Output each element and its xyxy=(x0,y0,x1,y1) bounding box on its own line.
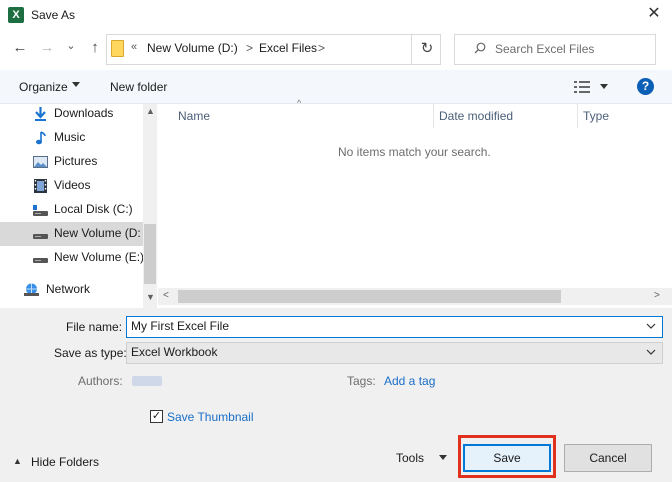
close-button[interactable]: ✕ xyxy=(636,0,672,30)
file-name-value[interactable]: My First Excel File xyxy=(131,319,229,333)
sidebar-item-videos[interactable]: Videos xyxy=(0,174,143,198)
save-as-type-value[interactable]: Excel Workbook xyxy=(131,345,217,359)
sort-caret-icon: ^ xyxy=(297,98,302,108)
save-as-type-label: Save as type: xyxy=(54,346,127,360)
sidebar-item-network[interactable]: Network xyxy=(0,278,143,302)
sidebar-item-label: Music xyxy=(54,130,86,144)
tools-button[interactable]: Tools xyxy=(396,451,424,465)
download-icon xyxy=(35,107,46,121)
sidebar-item-new-volume-e[interactable]: New Volume (E:) xyxy=(0,246,145,270)
empty-list-message: No items match your search. xyxy=(338,145,491,159)
sidebar-item-music[interactable]: Music xyxy=(0,126,143,150)
videos-icon xyxy=(34,179,47,193)
chevron-down-icon[interactable] xyxy=(646,321,656,331)
breadcrumb-new-volume[interactable]: New Volume (D:) xyxy=(147,41,238,55)
authors-label: Authors: xyxy=(78,374,123,388)
sidebar-item-label: Local Disk (C:) xyxy=(54,202,133,216)
file-name-label: File name: xyxy=(66,320,123,334)
sidebar-item-pictures[interactable]: Pictures xyxy=(0,150,143,174)
view-options-icon[interactable] xyxy=(574,81,590,93)
column-divider[interactable] xyxy=(433,104,434,128)
scroll-down-arrow-icon[interactable]: ▼ xyxy=(146,292,155,302)
drive-icon xyxy=(33,205,48,216)
search-input[interactable]: Search Excel Files xyxy=(495,42,594,56)
address-divider xyxy=(411,35,412,64)
title-bar xyxy=(0,0,672,30)
horizontal-scrollbar-thumb[interactable] xyxy=(178,290,561,303)
scroll-up-arrow-icon[interactable]: ▲ xyxy=(146,106,155,116)
chevron-down-icon[interactable] xyxy=(600,84,608,89)
sidebar-item-label: Videos xyxy=(54,178,91,192)
column-header-date-modified[interactable]: Date modified xyxy=(439,109,513,123)
chevron-up-icon[interactable]: ▲ xyxy=(13,456,22,466)
sidebar-item-downloads[interactable]: Downloads xyxy=(0,102,143,126)
command-bar xyxy=(0,70,672,104)
scroll-right-arrow-icon[interactable]: > xyxy=(654,290,660,301)
column-divider[interactable] xyxy=(577,104,578,128)
authors-value[interactable] xyxy=(132,376,162,386)
tags-label: Tags: xyxy=(347,374,376,388)
window-title: Save As xyxy=(31,8,76,22)
sidebar-item-label: New Volume (D: xyxy=(54,226,141,240)
chevron-down-icon[interactable] xyxy=(646,347,656,357)
music-icon xyxy=(36,131,46,145)
scroll-left-arrow-icon[interactable]: < xyxy=(163,290,169,301)
excel-app-icon: X xyxy=(8,7,24,23)
breadcrumb-separator[interactable]: > xyxy=(318,41,325,55)
address-overflow-chevron[interactable]: « xyxy=(131,41,137,53)
chevron-down-icon[interactable] xyxy=(72,82,80,87)
sidebar-scrollbar-thumb[interactable] xyxy=(144,224,156,284)
search-icon xyxy=(474,42,486,54)
cancel-button[interactable]: Cancel xyxy=(564,444,652,472)
column-header-type[interactable]: Type xyxy=(583,109,609,123)
up-arrow-icon[interactable]: ↑ xyxy=(85,38,105,58)
folder-icon xyxy=(111,40,124,57)
column-header-name[interactable]: Name xyxy=(178,109,210,123)
breadcrumb-excel-files[interactable]: Excel Files xyxy=(259,41,317,55)
add-tag-link[interactable]: Add a tag xyxy=(384,374,435,388)
sidebar-item-label: New Volume (E:) xyxy=(54,250,145,264)
sidebar-item-label: Downloads xyxy=(54,106,114,120)
drive-icon xyxy=(33,258,48,263)
hide-folders-button[interactable]: Hide Folders xyxy=(31,455,99,469)
forward-arrow-icon[interactable]: → xyxy=(37,38,57,58)
recent-locations-chevron-icon[interactable]: ⌄ xyxy=(64,36,78,56)
chevron-down-icon[interactable] xyxy=(439,455,447,460)
network-icon xyxy=(24,283,39,296)
sidebar-item-new-volume-d[interactable]: New Volume (D: xyxy=(0,222,143,246)
organize-button[interactable]: Organize xyxy=(19,80,68,94)
pictures-icon xyxy=(33,156,48,168)
back-arrow-icon[interactable]: ← xyxy=(10,38,30,58)
drive-icon xyxy=(33,234,48,239)
sidebar-item-local-disk-c[interactable]: Local Disk (C:) xyxy=(0,198,143,222)
sidebar-item-label: Pictures xyxy=(54,154,98,168)
file-list[interactable] xyxy=(158,104,672,308)
sidebar-item-label: Network xyxy=(46,282,91,296)
save-thumbnail-label[interactable]: Save Thumbnail xyxy=(167,410,254,424)
breadcrumb-separator[interactable]: > xyxy=(246,41,253,55)
save-button[interactable]: Save xyxy=(463,444,551,472)
new-folder-button[interactable]: New folder xyxy=(110,80,167,94)
help-icon[interactable]: ? xyxy=(637,78,654,95)
save-thumbnail-checkbox[interactable]: ✓ xyxy=(150,410,163,423)
refresh-icon[interactable]: ↻ xyxy=(418,40,436,58)
